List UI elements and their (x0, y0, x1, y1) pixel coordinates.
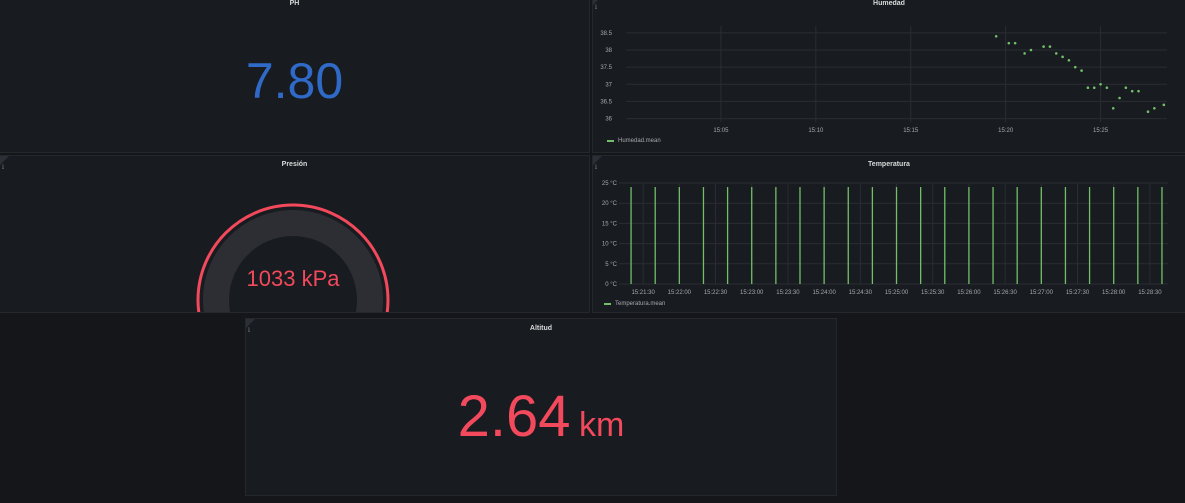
altitud-panel-title[interactable]: Altitud (246, 323, 836, 337)
humedad-data-point (1146, 110, 1150, 114)
y-tick-label: 38 (605, 48, 612, 54)
humedad-data-point (1029, 48, 1033, 52)
y-tick-label: 37 (605, 82, 612, 88)
x-tick-label: 15:25:00 (885, 290, 909, 296)
humedad-data-point (1162, 103, 1166, 107)
x-tick-label: 15:25:30 (921, 290, 945, 296)
y-tick-label: 36 (605, 117, 612, 123)
humedad-data-point (1007, 41, 1011, 45)
humedad-data-point (1118, 96, 1121, 100)
ph-panel: PH 7.80 (0, 0, 590, 153)
x-tick-label: 15:05 (713, 128, 729, 134)
altitud-value: 2.64 (457, 384, 571, 449)
temperatura-legend-label: Temperatura.mean (615, 301, 666, 307)
humedad-legend-label: Humedad.mean (618, 138, 661, 144)
y-tick-label: 10 °C (602, 242, 618, 248)
altitud-unit: km (579, 406, 625, 444)
humedad-data-point (1137, 89, 1140, 93)
humedad-data-point (1092, 86, 1096, 90)
x-tick-label: 15:26:00 (957, 290, 981, 296)
humedad-data-point (1061, 55, 1064, 59)
y-tick-label: 25 °C (602, 181, 618, 187)
temperatura-chart[interactable]: 25 °C 20 °C 15 °C 10 °C 5 °C 0 °C 15:21:30 15:2… (593, 156, 1185, 313)
x-tick-label: 15:23:30 (776, 290, 800, 296)
altitud-value-group: 2.64 km (246, 383, 836, 450)
ph-value: 7.80 (245, 53, 344, 109)
x-tick-label: 15:20 (998, 128, 1014, 134)
temperatura-panel: i Temperatura 25 °C 20 °C 15 °C 10 °C 5 °C 0 … (592, 155, 1185, 313)
legend-swatch (607, 140, 614, 142)
temperatura-legend[interactable]: Temperatura.mean (604, 299, 665, 309)
humedad-data-point (1105, 86, 1109, 90)
x-tick-label: 15:24:30 (849, 290, 873, 296)
y-tick-label: 36.5 (600, 99, 612, 105)
y-tick-label: 0 °C (605, 282, 617, 288)
humedad-data-point (1086, 86, 1090, 90)
humedad-data-point (1124, 86, 1128, 90)
humedad-data-point (1013, 41, 1017, 45)
humedad-data-point (1073, 65, 1077, 69)
x-tick-label: 15:28:30 (1138, 290, 1162, 296)
legend-swatch (604, 303, 611, 305)
x-tick-label: 15:21:30 (631, 290, 655, 296)
humedad-data-point (1067, 58, 1071, 62)
x-tick-label: 15:26:30 (993, 290, 1017, 296)
x-tick-label: 15:25 (1093, 128, 1109, 134)
x-tick-label: 15:23:00 (740, 290, 764, 296)
x-tick-label: 15:27:00 (1030, 290, 1054, 296)
x-tick-label: 15:10 (808, 128, 824, 134)
x-tick-label: 15:24:00 (812, 290, 836, 296)
humedad-data-point (1111, 106, 1115, 110)
humedad-data-point (1054, 52, 1058, 55)
humedad-data-point (1153, 106, 1156, 110)
y-tick-label: 37.5 (600, 65, 612, 71)
ph-panel-title[interactable]: PH (0, 0, 589, 12)
x-tick-label: 15:28:00 (1102, 290, 1126, 296)
humedad-data-point (1042, 45, 1045, 48)
humedad-chart[interactable]: 38.5 38 37.5 37 36.5 36 15:05 15:10 15:15 15:20 15… (593, 0, 1185, 153)
altitud-panel: i Altitud 2.64 km (245, 318, 837, 496)
humedad-legend[interactable]: Humedad.mean (607, 136, 661, 146)
x-tick-label: 15:15 (903, 128, 919, 134)
humedad-data-point (1048, 45, 1052, 48)
humedad-data-point (1099, 82, 1102, 86)
y-tick-label: 20 °C (602, 201, 618, 207)
y-tick-label: 5 °C (605, 262, 617, 268)
humedad-panel: i Humedad 38.5 38 37.5 37 36.5 36 15:05 15:10 15… (592, 0, 1185, 153)
x-tick-label: 15:22:00 (668, 290, 692, 296)
x-tick-label: 15:27:30 (1066, 290, 1090, 296)
humedad-data-point (1130, 89, 1134, 93)
humedad-data-point (994, 34, 998, 38)
presion-panel: i Presión 1033 kPa (0, 155, 590, 313)
presion-value: 1033 kPa (246, 266, 340, 291)
humedad-data-point (1080, 69, 1083, 72)
y-tick-label: 15 °C (602, 221, 618, 227)
x-tick-label: 15:22:30 (704, 290, 728, 296)
y-tick-label: 38.5 (600, 31, 612, 37)
humedad-data-point (1023, 52, 1026, 55)
